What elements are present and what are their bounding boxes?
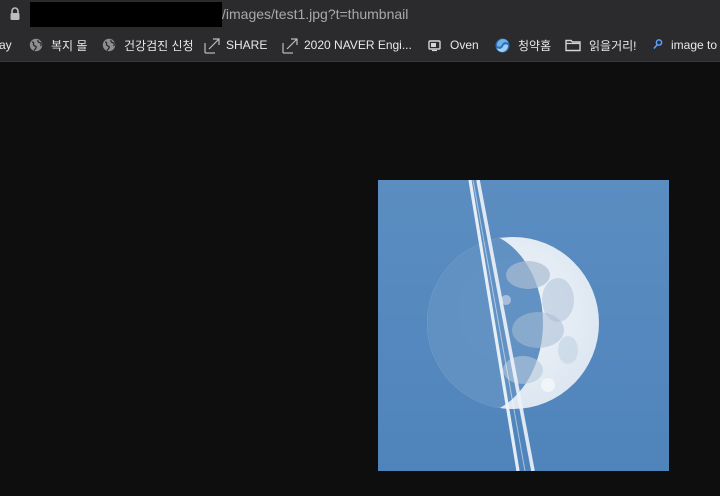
bookmark-welfare-mall[interactable]: 복지 몰 [29, 37, 87, 53]
bookmark-naver-engineering[interactable]: 2020 NAVER Engi... [282, 37, 412, 54]
pin-icon [652, 38, 664, 52]
bookmark-label: 2020 NAVER Engi... [304, 38, 412, 52]
bookmark-label: 복지 몰 [51, 38, 88, 53]
external-link-icon [282, 38, 298, 54]
bookmark-cheongyak-home[interactable]: 청약홈 [495, 37, 551, 53]
moon-contrail-photo[interactable] [378, 179, 669, 472]
bookmark-health-checkup[interactable]: 건강검진 신청 [102, 37, 194, 53]
bookmark-share[interactable]: SHARE [204, 37, 268, 54]
globe-icon [29, 38, 43, 52]
lock-icon [9, 7, 21, 21]
address-bar[interactable]: /images/test1.jpg?t=thumbnail [0, 0, 720, 28]
bookmark-label: Oven [450, 38, 479, 52]
folder-icon [565, 38, 581, 52]
oven-icon [428, 38, 442, 52]
bookmark-label: SHARE [226, 38, 268, 52]
globe-icon [102, 38, 116, 52]
bookmark-label: image to [671, 38, 718, 52]
bookmark-label: ay [0, 38, 12, 52]
bookmarks-bar: ay 복지 몰 건강검진 신청 SHARE 2020 NAVER Engi...… [0, 28, 720, 62]
bookmark-label: 읽을거리! [589, 38, 637, 53]
bookmark-reading-folder[interactable]: 읽을거리! [565, 37, 637, 53]
image-viewer [0, 62, 720, 496]
redacted-domain [30, 2, 222, 27]
url-path[interactable]: /images/test1.jpg?t=thumbnail [222, 6, 408, 22]
bookmark-label: 청약홈 [518, 38, 552, 53]
bookmark-oven[interactable]: Oven [428, 37, 479, 53]
bookmark-label: 건강검진 신청 [124, 38, 194, 53]
bookmark-image-to[interactable]: image to [652, 37, 717, 53]
bookmark-ay[interactable]: ay [0, 37, 12, 53]
swirl-logo-icon [495, 38, 510, 53]
external-link-icon [204, 38, 220, 54]
